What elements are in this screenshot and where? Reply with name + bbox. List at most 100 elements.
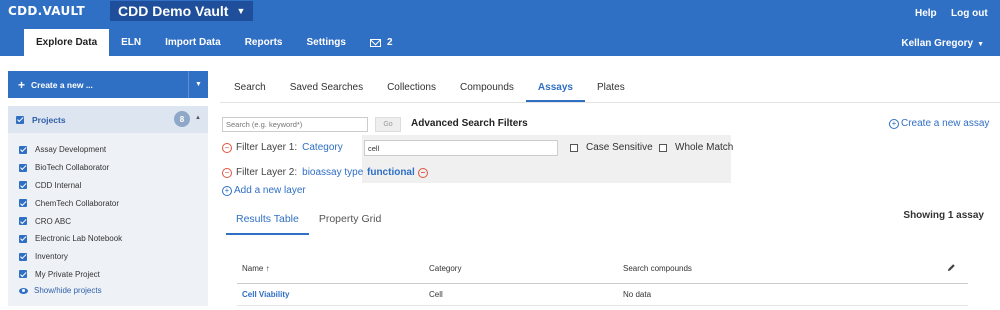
project-checkbox[interactable] (19, 163, 27, 172)
project-label: Electronic Lab Notebook (35, 234, 123, 244)
tab-saved-searches[interactable]: Saved Searches (278, 76, 375, 102)
main-nav: Explore Data ELN Import Data Reports Set… (0, 29, 405, 56)
project-item[interactable]: CRO ABC (8, 212, 208, 230)
show-hide-projects-link[interactable]: Show/hide projects (8, 286, 208, 295)
filter-layer-1-field[interactable]: Category (302, 142, 343, 153)
project-checkbox[interactable] (19, 145, 27, 154)
search-input[interactable] (222, 117, 368, 132)
nav-explore-data[interactable]: Explore Data (24, 29, 110, 56)
nav-eln[interactable]: ELN (109, 29, 153, 56)
filter-layer-2-field[interactable]: bioassay type (302, 167, 363, 178)
explore-tabs: Search Saved Searches Collections Compou… (222, 76, 637, 102)
project-label: ChemTech Collaborator (35, 198, 120, 208)
user-menu[interactable]: Kellan Gregory ▼ (901, 38, 984, 49)
create-new-label: Create a new ... (31, 79, 93, 90)
chevron-down-icon[interactable]: ▼ (188, 71, 208, 98)
vault-name: CDD Demo Vault (118, 3, 229, 19)
results-tabs: Results Table Property Grid (226, 205, 391, 235)
assay-search-compounds: No data (623, 290, 652, 299)
remove-value-icon[interactable]: − (417, 167, 428, 178)
filter-layer-2-label: Filter Layer 2: (236, 167, 298, 178)
advanced-search-filters-heading: Advanced Search Filters (411, 118, 528, 129)
user-name: Kellan Gregory (901, 38, 974, 49)
project-list: Assay Development BioTech Collaborator C… (8, 133, 208, 283)
help-link[interactable]: Help (915, 8, 937, 19)
filter-layer-1-label: Filter Layer 1: (236, 142, 298, 153)
case-sensitive-option[interactable]: Case Sensitive (570, 142, 653, 153)
nav-reports[interactable]: Reports (233, 29, 295, 56)
filter-layer-2-value-label[interactable]: functional (367, 167, 415, 178)
plus-circle-icon: + (889, 118, 899, 129)
create-new-assay-link[interactable]: + Create a new assay (889, 118, 989, 129)
create-new-button[interactable]: + Create a new ... ▼ (8, 71, 208, 98)
tab-assays[interactable]: Assays (525, 76, 585, 102)
plus-circle-icon: + (222, 185, 232, 196)
tab-search[interactable]: Search (222, 76, 278, 102)
project-label: Inventory (35, 252, 68, 262)
project-checkbox[interactable] (19, 252, 27, 261)
whole-match-option[interactable]: Whole Match (659, 142, 733, 153)
nav-import-data[interactable]: Import Data (153, 29, 233, 56)
chevron-down-icon: ▼ (977, 41, 984, 48)
vault-selector[interactable]: CDD Demo Vault ▼ (110, 1, 254, 21)
project-checkbox[interactable] (19, 181, 27, 190)
tab-property-grid[interactable]: Property Grid (309, 205, 391, 235)
nav-messages[interactable]: 2 (358, 29, 405, 56)
column-header-name[interactable]: Name ↑ (242, 264, 270, 273)
messages-count: 2 (386, 37, 393, 48)
filter-layer-2-value: functional − (367, 167, 428, 178)
projects-header[interactable]: Projects 8 ▲ (8, 106, 208, 133)
project-label: Assay Development (35, 145, 107, 155)
project-item[interactable]: My Private Project (8, 266, 208, 284)
edit-columns-pencil-icon[interactable] (947, 263, 956, 272)
tab-results-table[interactable]: Results Table (226, 205, 309, 235)
projects-count-badge: 8 (174, 111, 190, 127)
table-row-divider (237, 305, 968, 306)
tab-collections[interactable]: Collections (375, 76, 448, 102)
project-label: CDD Internal (35, 180, 82, 190)
eye-icon (19, 287, 28, 294)
create-assay-label: Create a new assay (901, 118, 990, 129)
nav-settings[interactable]: Settings (295, 29, 358, 56)
assay-name-link[interactable]: Cell Viability (242, 290, 289, 299)
chevron-up-icon[interactable]: ▲ (195, 115, 201, 121)
remove-filter-icon[interactable]: − (222, 167, 232, 178)
tab-compounds[interactable]: Compounds (448, 76, 526, 102)
remove-filter-icon[interactable]: − (222, 142, 232, 153)
sort-ascending-icon: ↑ (265, 264, 270, 273)
projects-panel: Projects 8 ▲ Assay Development BioTech C… (8, 106, 208, 306)
logout-link[interactable]: Log out (951, 8, 988, 19)
project-item[interactable]: ChemTech Collaborator (8, 194, 208, 212)
plus-icon: + (18, 77, 26, 92)
go-button[interactable]: Go (375, 117, 401, 132)
filter-layer-1-value-input[interactable] (364, 140, 558, 156)
column-header-search-compounds[interactable]: Search compounds (623, 264, 692, 273)
top-navigation-bar: CDD.VAULT CDD Demo Vault ▼ Help Log out … (0, 0, 1000, 56)
whole-match-checkbox[interactable] (659, 143, 667, 152)
project-checkbox[interactable] (19, 234, 27, 243)
case-sensitive-label: Case Sensitive (586, 142, 653, 153)
tabs-divider (220, 102, 1000, 103)
add-layer-label: Add a new layer (234, 185, 306, 196)
envelope-icon (369, 38, 381, 47)
show-hide-label: Show/hide projects (34, 286, 102, 296)
cdd-vault-logo[interactable]: CDD.VAULT (8, 4, 85, 18)
filter-layer-2: − Filter Layer 2: bioassay type (222, 167, 363, 178)
results-count: Showing 1 assay (903, 210, 984, 221)
add-new-layer-link[interactable]: + Add a new layer (222, 185, 306, 196)
project-item[interactable]: Inventory (8, 248, 208, 266)
tab-plates[interactable]: Plates (585, 76, 637, 102)
project-item[interactable]: BioTech Collaborator (8, 159, 208, 177)
project-checkbox[interactable] (19, 217, 27, 226)
project-item[interactable]: CDD Internal (8, 177, 208, 195)
projects-checkbox[interactable] (16, 115, 24, 124)
project-label: CRO ABC (35, 216, 72, 226)
project-item[interactable]: Electronic Lab Notebook (8, 230, 208, 248)
column-header-category[interactable]: Category (429, 264, 461, 273)
case-sensitive-checkbox[interactable] (570, 143, 578, 152)
project-checkbox[interactable] (19, 199, 27, 208)
project-checkbox[interactable] (19, 270, 27, 279)
assay-category: Cell (429, 290, 443, 299)
project-item[interactable]: Assay Development (8, 141, 208, 159)
filter-layer-1: − Filter Layer 1: Category (222, 142, 343, 153)
